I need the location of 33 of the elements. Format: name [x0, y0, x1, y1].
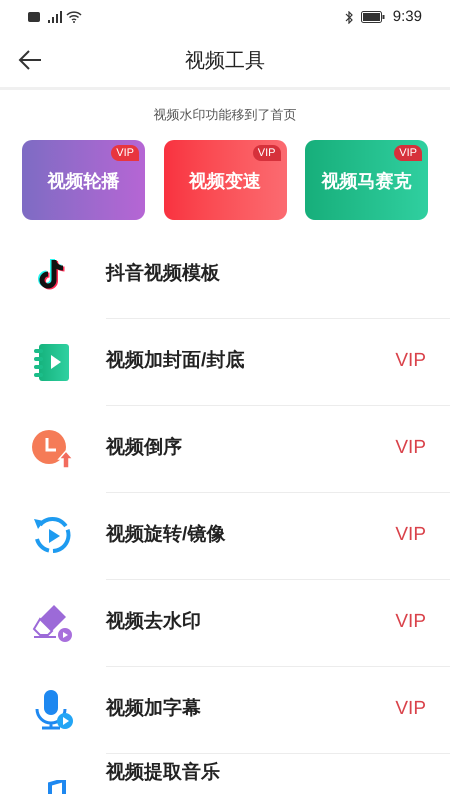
tool-label: 抖音视频模板	[106, 262, 220, 286]
eraser-play-icon	[32, 603, 74, 643]
tool-row[interactable]: 视频去水印 VIP	[0, 580, 450, 666]
tool-label: 视频去水印	[106, 610, 201, 634]
wifi-icon	[66, 11, 82, 23]
notice-text: 视频水印功能移到了首页	[152, 106, 298, 124]
battery-icon	[360, 11, 385, 23]
tool-label: 视频提取音乐	[106, 760, 220, 785]
tool-label: 视频旋转/镜像	[106, 522, 226, 548]
tool-row[interactable]: 视频提取音乐	[0, 754, 450, 794]
tool-label: 视频加封面/封底	[106, 348, 244, 374]
tool-row[interactable]: 视频倒序 VIP	[0, 406, 450, 492]
tool-card[interactable]: VIP 视频变速	[164, 140, 286, 220]
status-time: 9:39	[392, 6, 422, 27]
page-title: 视频工具	[185, 48, 265, 74]
vip-label: VIP	[395, 349, 426, 374]
bluetooth-icon	[344, 10, 353, 24]
tool-card[interactable]: VIP 视频轮播	[22, 140, 145, 220]
tool-row[interactable]: 抖音视频模板	[0, 232, 450, 318]
vip-label: VIP	[395, 610, 426, 634]
back-icon[interactable]	[18, 50, 42, 70]
vip-badge: VIP	[252, 144, 280, 160]
vip-badge: VIP	[111, 144, 139, 160]
tool-card[interactable]: VIP 视频马赛克	[305, 140, 428, 220]
tool-row[interactable]: 视频加封面/封底 VIP	[0, 318, 450, 406]
tool-label: 视频加字幕	[106, 696, 201, 722]
vip-label: VIP	[395, 523, 426, 548]
vip-badge: VIP	[394, 144, 422, 160]
vip-label: VIP	[395, 436, 426, 460]
tool-row[interactable]: 视频加字幕 VIP	[0, 666, 450, 754]
tool-label: 视频倒序	[106, 436, 182, 460]
vip-label: VIP	[395, 697, 426, 722]
tool-row[interactable]: 视频旋转/镜像 VIP	[0, 492, 450, 580]
